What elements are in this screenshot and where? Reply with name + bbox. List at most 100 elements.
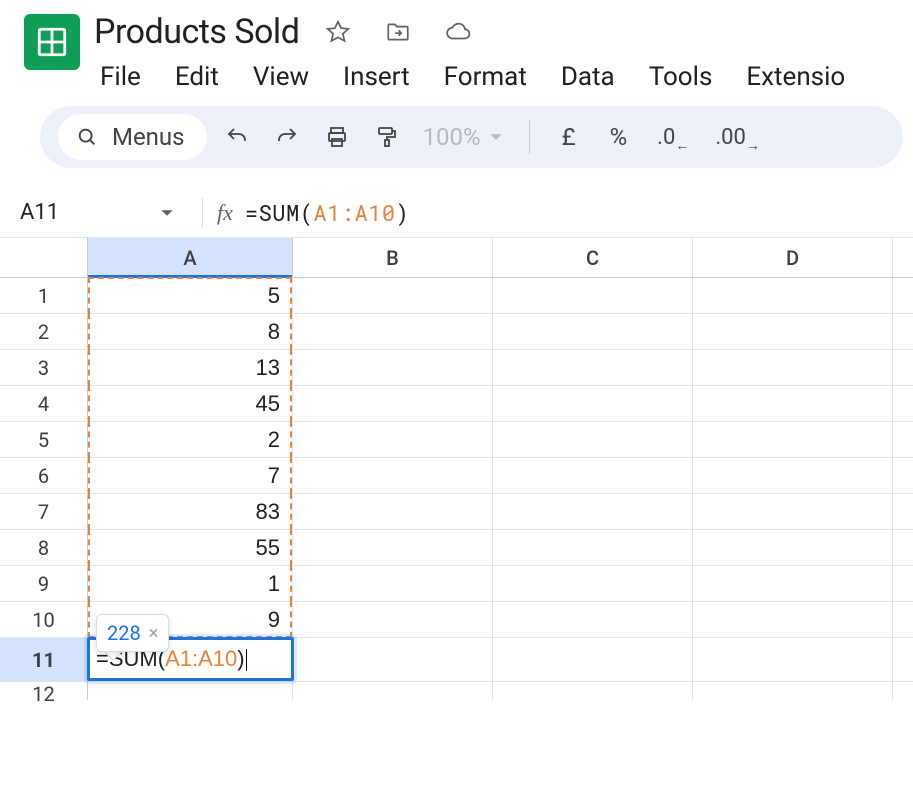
menu-search[interactable]: Menus [58, 114, 207, 160]
cell-A3[interactable]: 13 [88, 350, 293, 385]
row-header[interactable]: 11 [0, 638, 88, 681]
cell-D12[interactable] [693, 682, 893, 700]
percent-format-button[interactable]: % [598, 123, 640, 151]
row-header[interactable]: 9 [0, 566, 88, 601]
cell-D1[interactable] [693, 278, 893, 313]
cell-B4[interactable] [293, 386, 493, 421]
cell-D10[interactable] [693, 602, 893, 637]
increase-decimal-button[interactable]: .00→ [707, 125, 768, 150]
cell-A5[interactable]: 2 [88, 422, 293, 457]
name-box[interactable]: A11 [20, 200, 188, 225]
formula-input[interactable]: =SUM(A1:A10) [245, 198, 409, 227]
cell-D6[interactable] [693, 458, 893, 493]
cell-B2[interactable] [293, 314, 493, 349]
cell-B11[interactable] [293, 638, 493, 681]
formula-bar: A11 fx =SUM(A1:A10) [0, 188, 913, 238]
cell-B12[interactable] [293, 682, 493, 700]
cell-A7[interactable]: 83 [88, 494, 293, 529]
menu-insert[interactable]: Insert [343, 62, 410, 92]
cell-C7[interactable] [493, 494, 693, 529]
print-button[interactable] [317, 117, 357, 157]
cloud-status-icon[interactable] [443, 17, 473, 47]
row-header[interactable]: 4 [0, 386, 88, 421]
cell-B10[interactable] [293, 602, 493, 637]
cell-A8[interactable]: 55 [88, 530, 293, 565]
cell-A6[interactable]: 7 [88, 458, 293, 493]
cell-A9[interactable]: 1 [88, 566, 293, 601]
cell-A2[interactable]: 8 [88, 314, 293, 349]
menu-tools[interactable]: Tools [649, 62, 713, 92]
cell-C6[interactable] [493, 458, 693, 493]
select-all-corner[interactable] [0, 238, 88, 277]
row-header[interactable]: 5 [0, 422, 88, 457]
row-header[interactable]: 6 [0, 458, 88, 493]
menu-format[interactable]: Format [444, 62, 527, 92]
cell-D5[interactable] [693, 422, 893, 457]
document-title[interactable]: Products Sold [94, 12, 299, 52]
currency-format-button[interactable]: £ [550, 123, 588, 151]
cell-B8[interactable] [293, 530, 493, 565]
cell-C3[interactable] [493, 350, 693, 385]
zoom-value: 100% [423, 123, 481, 151]
column-header-A[interactable]: A [88, 238, 293, 277]
cell-B7[interactable] [293, 494, 493, 529]
menu-edit[interactable]: Edit [175, 62, 219, 92]
column-header-D[interactable]: D [693, 238, 893, 277]
cell-C11[interactable] [493, 638, 693, 681]
cell-C2[interactable] [493, 314, 693, 349]
grid-row: 12 [0, 682, 913, 700]
toolbar-container: Menus 100% £ % .0← .00→ [0, 106, 913, 168]
zoom-selector[interactable]: 100% [417, 123, 509, 151]
cell-D2[interactable] [693, 314, 893, 349]
cell-D7[interactable] [693, 494, 893, 529]
menu-file[interactable]: File [100, 62, 141, 92]
cell-B9[interactable] [293, 566, 493, 601]
grid-row: 6 7 [0, 458, 913, 494]
decrease-decimal-button[interactable]: .0← [649, 125, 697, 150]
cell-C8[interactable] [493, 530, 693, 565]
cell-C5[interactable] [493, 422, 693, 457]
undo-button[interactable] [217, 117, 257, 157]
move-folder-icon[interactable] [383, 17, 413, 47]
cell-B1[interactable] [293, 278, 493, 313]
cell-D9[interactable] [693, 566, 893, 601]
cell-B5[interactable] [293, 422, 493, 457]
row-header[interactable]: 3 [0, 350, 88, 385]
sheets-logo-icon[interactable] [24, 14, 80, 70]
cell-D3[interactable] [693, 350, 893, 385]
menu-data[interactable]: Data [561, 62, 615, 92]
cell-C12[interactable] [493, 682, 693, 700]
menu-extensions[interactable]: Extensio [746, 62, 845, 92]
cell-C10[interactable] [493, 602, 693, 637]
cell-A1[interactable]: 5 [88, 278, 293, 313]
cell-C1[interactable] [493, 278, 693, 313]
app-header: Products Sold File Edit View Insert Form… [0, 0, 913, 106]
cell-C4[interactable] [493, 386, 693, 421]
row-header[interactable]: 10 [0, 602, 88, 637]
cell-D11[interactable] [693, 638, 893, 681]
cell-C9[interactable] [493, 566, 693, 601]
column-header-C[interactable]: C [493, 238, 693, 277]
cell-D4[interactable] [693, 386, 893, 421]
star-icon[interactable] [323, 17, 353, 47]
menu-view[interactable]: View [253, 62, 309, 92]
row-header[interactable]: 12 [0, 682, 88, 700]
redo-button[interactable] [267, 117, 307, 157]
cell-B6[interactable] [293, 458, 493, 493]
tooltip-value: 228 [107, 621, 141, 645]
text-cursor [246, 649, 247, 671]
logo-container [10, 8, 94, 70]
column-header-B[interactable]: B [293, 238, 493, 277]
cell-D8[interactable] [693, 530, 893, 565]
close-icon[interactable]: × [149, 623, 159, 644]
row-header[interactable]: 1 [0, 278, 88, 313]
grid-row: 7 83 [0, 494, 913, 530]
cell-B3[interactable] [293, 350, 493, 385]
cell-A12[interactable] [88, 682, 293, 700]
row-header[interactable]: 2 [0, 314, 88, 349]
paint-format-button[interactable] [367, 117, 407, 157]
cell-A4[interactable]: 45 [88, 386, 293, 421]
search-icon [76, 126, 98, 148]
row-header[interactable]: 7 [0, 494, 88, 529]
row-header[interactable]: 8 [0, 530, 88, 565]
